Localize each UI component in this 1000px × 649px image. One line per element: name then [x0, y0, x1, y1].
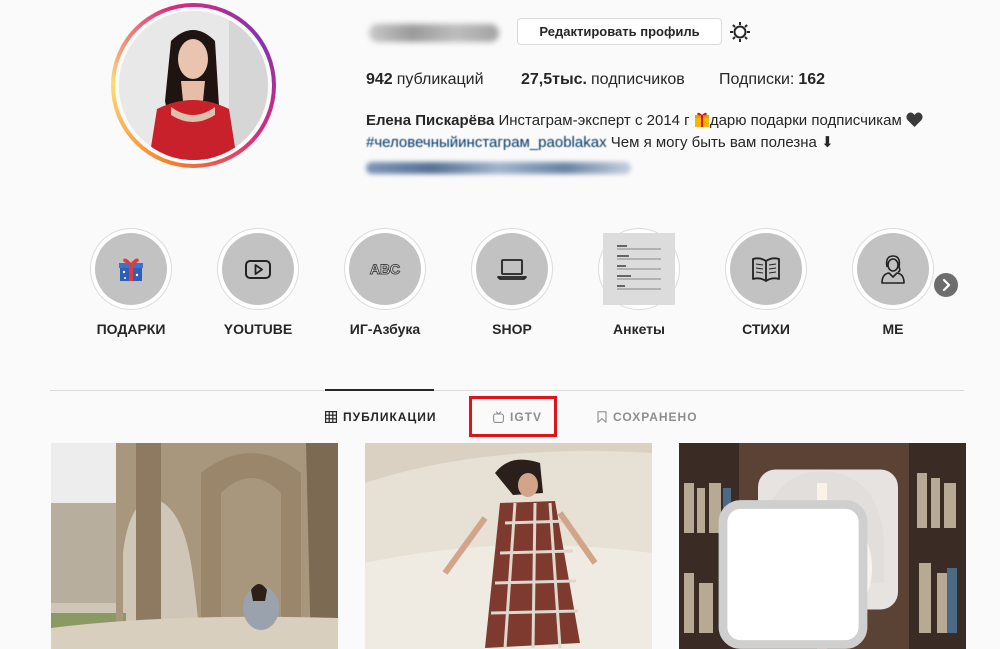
multiple-photos-icon — [718, 469, 898, 649]
following-count: 162 — [798, 71, 826, 88]
post-thumbnail[interactable] — [679, 443, 966, 649]
highlight-cover — [222, 233, 294, 305]
profile-avatar[interactable] — [111, 3, 276, 168]
bio-link-blurred[interactable] — [366, 162, 631, 174]
bio-hashtag-link[interactable]: #человечныйинстаграм_paoblakax — [366, 134, 607, 151]
bookmark-icon — [597, 411, 607, 423]
form-sheet-icon — [603, 233, 675, 305]
highlight-ring — [725, 228, 807, 310]
highlight-gifts[interactable]: ПОДАРКИ — [89, 228, 173, 337]
highlight-forms[interactable]: Анкеты — [597, 228, 681, 337]
chevron-right-icon — [942, 279, 951, 291]
laptop-icon — [497, 259, 527, 280]
bio-line-1: Елена Пискарёва Инстаграм-эксперт с 2014… — [366, 110, 966, 132]
highlight-cover — [95, 233, 167, 305]
username-blurred — [369, 24, 499, 42]
highlight-label: ИГ-Азбука — [349, 321, 421, 337]
bio-full-name: Елена Пискарёва — [366, 112, 495, 129]
youtube-play-icon — [245, 260, 271, 279]
edit-profile-button[interactable]: Редактировать профиль — [517, 18, 722, 45]
following-stat[interactable]: Подписки: 162 — [719, 71, 825, 89]
tab-saved[interactable]: СОХРАНЕНО — [597, 409, 698, 425]
highlight-label: СТИХИ — [742, 321, 790, 337]
abc-icon: ABC — [369, 261, 400, 278]
gift-emoji-icon — [694, 112, 709, 127]
highlight-cover — [857, 233, 929, 305]
highlight-ring: ABC — [344, 228, 426, 310]
highlight-cover — [603, 233, 675, 305]
svg-text:ABC: ABC — [370, 261, 400, 277]
followers-label: подписчиков — [590, 71, 685, 88]
active-tab-indicator — [325, 389, 434, 391]
igtv-highlight-annotation — [469, 396, 557, 437]
woman-icon — [881, 255, 905, 284]
settings-gear-icon[interactable] — [728, 20, 752, 44]
black-heart-emoji-icon — [906, 112, 923, 127]
following-label: Подписки: — [719, 71, 795, 88]
dune-dress-photo — [365, 443, 652, 649]
bio-text-3: Чем я могу быть вам полезна ⬇ — [606, 134, 834, 151]
profile-stats: 942 публикаций 27,5тыс. подписчиков Подп… — [366, 71, 825, 89]
posts-label: публикаций — [396, 71, 484, 88]
gift-icon — [119, 258, 143, 281]
post-thumbnail[interactable] — [365, 443, 652, 649]
profile-bio: Елена Пискарёва Инстаграм-эксперт с 2014… — [366, 110, 966, 154]
bio-line-2: #человечныйинстаграм_paoblakax Чем я мог… — [366, 132, 966, 154]
highlight-ring — [598, 228, 680, 310]
highlight-youtube[interactable]: YOUTUBE — [216, 228, 300, 337]
posts-stat: 942 публикаций — [366, 71, 521, 89]
avatar-photo — [119, 11, 268, 160]
highlight-label: SHOP — [492, 321, 532, 337]
tab-posts[interactable]: ПУБЛИКАЦИИ — [325, 409, 436, 425]
highlight-label: YOUTUBE — [223, 321, 293, 337]
highlight-ring — [852, 228, 934, 310]
followers-count: 27,5тыс. — [521, 71, 587, 88]
highlight-cover — [476, 233, 548, 305]
tabs-divider — [50, 390, 964, 391]
bio-text-2: дарю подарки подписчикам — [709, 112, 906, 129]
highlight-shop[interactable]: SHOP — [470, 228, 554, 337]
tab-label: ПУБЛИКАЦИИ — [343, 410, 437, 424]
highlight-ring — [471, 228, 553, 310]
posts-count: 942 — [366, 71, 393, 88]
highlight-me[interactable]: ME — [851, 228, 935, 337]
highlight-cover: ABC — [349, 233, 421, 305]
post-thumbnail[interactable] — [51, 443, 338, 649]
highlight-ig-alphabet[interactable]: ABC ИГ-Азбука — [343, 228, 427, 337]
highlight-label: Анкеты — [613, 321, 665, 337]
highlight-cover — [730, 233, 802, 305]
highlight-poems[interactable]: СТИХИ — [724, 228, 808, 337]
cloister-arches-photo — [51, 443, 338, 649]
highlight-ring — [90, 228, 172, 310]
highlight-label: ME — [882, 321, 904, 337]
open-book-icon — [752, 257, 780, 282]
highlights-next-button[interactable] — [934, 273, 958, 297]
bio-text-1: Инстаграм-эксперт с 2014 г — [494, 112, 694, 129]
grid-icon — [325, 411, 337, 423]
tab-label: СОХРАНЕНО — [613, 410, 698, 424]
followers-stat[interactable]: 27,5тыс. подписчиков — [521, 71, 719, 89]
highlight-label: ПОДАРКИ — [96, 321, 166, 337]
highlight-ring — [217, 228, 299, 310]
